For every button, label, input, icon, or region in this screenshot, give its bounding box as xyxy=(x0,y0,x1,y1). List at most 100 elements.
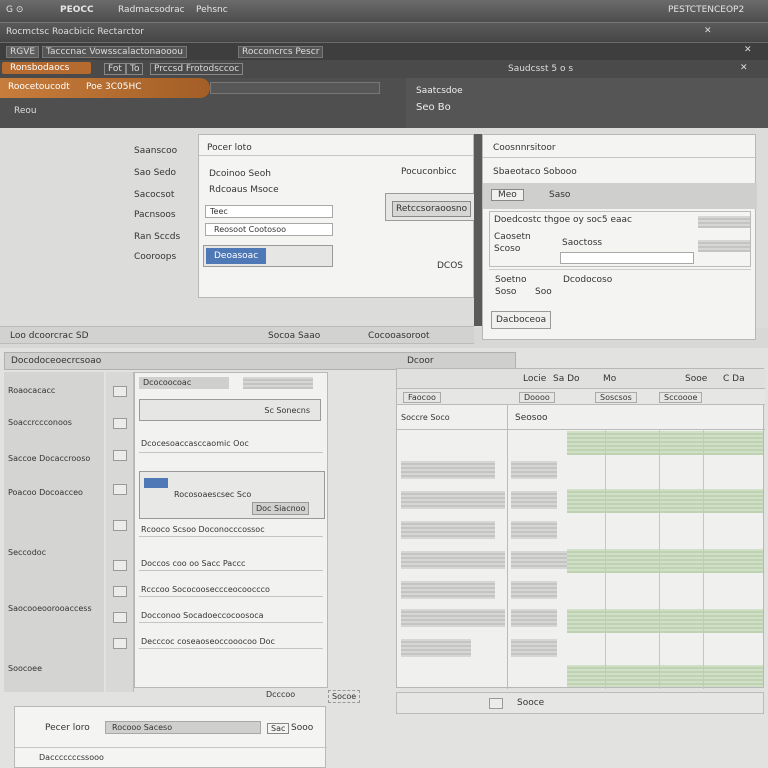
grid-right-header-2[interactable]: Mo xyxy=(603,374,616,384)
table-row[interactable]: Dcocesoaccasccaomic Ooc xyxy=(139,437,323,453)
grid-right-sub-2[interactable]: Soscsos xyxy=(595,392,637,403)
grid-right-cell[interactable] xyxy=(401,551,505,569)
table-row[interactable]: Docconoo Socadoeccocoosoca xyxy=(139,609,323,623)
row-icon[interactable] xyxy=(113,560,127,571)
grid-side-item-0[interactable]: Roaocacacc xyxy=(8,386,55,395)
grid-selected-row[interactable]: Rocosoaescsec Sco Doc Siacnoo xyxy=(139,471,325,519)
grid-right-cell[interactable] xyxy=(401,609,505,627)
grid-inline-button[interactable]: Doc Siacnoo xyxy=(252,502,310,515)
form-name-sub: Rdcoaus Msoce xyxy=(209,185,279,195)
tab-item-a[interactable]: Fot xyxy=(104,63,126,75)
grid-side-item-4[interactable]: Seccodoc xyxy=(8,548,46,557)
row-icon[interactable] xyxy=(113,484,127,495)
grid-right-header-4[interactable]: C Da xyxy=(723,374,745,384)
tab-active[interactable]: Ronsbodaocs xyxy=(2,62,92,74)
props-tag-b[interactable]: Saso xyxy=(549,190,570,200)
grid-cell-row[interactable]: Sc Sonecns xyxy=(139,399,321,421)
grid-right-green-row[interactable] xyxy=(567,549,763,573)
row-icon[interactable] xyxy=(113,520,127,531)
grid-side-item-1[interactable]: Soaccrccconoos xyxy=(8,418,72,427)
form-label-0: Saanscoo xyxy=(134,146,178,156)
tab-item-c[interactable]: Prccsd Frotodsccoc xyxy=(150,63,244,75)
title-menu[interactable]: Radmacsodrac xyxy=(118,5,185,15)
table-row[interactable]: Rcooco Scsoo Doconocccossoc xyxy=(139,523,323,537)
menu-item-0[interactable]: RGVE xyxy=(6,46,40,58)
grid-right-cell[interactable] xyxy=(401,581,495,599)
grid-right-sub-3[interactable]: Sccoooe xyxy=(659,392,703,403)
title-right-label[interactable]: Pehsnc xyxy=(196,5,228,15)
grid-right-green-row[interactable] xyxy=(567,609,763,633)
props-slider[interactable] xyxy=(560,252,694,264)
grid-right-sub-1[interactable]: Doooo xyxy=(519,392,555,403)
grid-right-green-row[interactable] xyxy=(567,431,763,455)
row-icon[interactable] xyxy=(113,638,127,649)
grid-right-cell[interactable] xyxy=(511,461,557,479)
highlight-row[interactable]: Roocetoucodt Poe 3C05HC xyxy=(0,78,210,98)
form-submit-button[interactable]: Deoasoac xyxy=(206,248,267,264)
status-mid: Socoa Saao xyxy=(268,331,321,341)
bottom-field[interactable]: Rocooo Saceso xyxy=(105,721,261,734)
grid-right-cell[interactable] xyxy=(401,639,471,657)
grid-side-item-6[interactable]: Soocoee xyxy=(8,664,42,673)
grid-right-cell[interactable] xyxy=(511,581,557,599)
props-box: Doedcostc thgoe oy soc5 eaac Caosetn Sco… xyxy=(489,211,751,267)
top-right-label: Saatcsdoe xyxy=(416,86,463,96)
grid-right-cell[interactable] xyxy=(511,609,557,627)
grid-right-header-3[interactable]: Sooe xyxy=(685,374,707,384)
row-icon[interactable] xyxy=(113,418,127,429)
menubar: RGVE Tacccnac Vowsscalactonaooou Rocconc… xyxy=(0,42,768,60)
grid-right-cell[interactable] xyxy=(511,521,557,539)
tab-item-b[interactable]: To xyxy=(126,63,144,75)
grid-left-header-title: Docodoceoecrcsoao xyxy=(11,356,102,366)
grid-right-cell[interactable] xyxy=(511,491,557,509)
menu-item-2[interactable]: Rocconcrcs Pescr xyxy=(238,46,324,58)
table-row[interactable]: Doccos coo oo Sacc Paccc xyxy=(139,557,323,571)
footer-icon[interactable] xyxy=(489,698,503,709)
row-icon[interactable] xyxy=(113,612,127,623)
props-button[interactable]: Dacboceoa xyxy=(491,311,552,329)
path-field[interactable] xyxy=(210,82,380,94)
tab-bar: Ronsbodaocs Fot To Prccsd Frotodsccoc Sa… xyxy=(0,60,768,78)
grid-left-header-mid: Dcoor xyxy=(407,356,434,366)
grid-right-cell[interactable] xyxy=(511,639,557,657)
grid-right-cell[interactable] xyxy=(401,491,505,509)
props-row2-b: Scoso xyxy=(494,244,521,254)
props-tag-a[interactable]: Meo xyxy=(491,189,524,201)
row-icon[interactable] xyxy=(113,386,127,397)
grid-right-cell[interactable] xyxy=(401,461,495,479)
toolbar-close-icon[interactable]: ✕ xyxy=(704,26,712,36)
grid-right-header-1[interactable]: Sa Do xyxy=(553,374,580,384)
grid-right-cell[interactable] xyxy=(401,521,495,539)
grid-side-item-3[interactable]: Poacoo Docoacceo xyxy=(8,488,83,497)
form-panel: Pocer loto Dcoinoo Seoh Rdcoaus Msoce Te… xyxy=(198,134,475,298)
grid-right-green-row[interactable] xyxy=(567,665,763,687)
grid-right-green-row[interactable] xyxy=(567,489,763,513)
tab-close-icon[interactable]: ✕ xyxy=(740,63,748,73)
form-field-1[interactable]: Teec xyxy=(205,205,333,218)
form-actions-frame: Deoasoac xyxy=(203,245,333,267)
props-row3-b: Soso xyxy=(495,287,517,297)
table-row[interactable]: Rcccoo Sococooseccceocooccco xyxy=(139,583,323,597)
bottom-value: Sooo xyxy=(291,723,314,733)
table-row[interactable]: Decccoc coseaoseoccooocoo Doc xyxy=(139,635,323,649)
row-icon[interactable] xyxy=(113,450,127,461)
grid-right-sub-0[interactable]: Faocoo xyxy=(403,392,441,403)
bottom-chip[interactable]: Sac xyxy=(267,723,290,734)
props-row2-a: Caosetn xyxy=(494,232,531,242)
row-icon[interactable] xyxy=(113,586,127,597)
splitter[interactable] xyxy=(474,134,482,326)
grid-side-item-2[interactable]: Saccoe Docaccrooso xyxy=(8,454,90,463)
top-left-link[interactable]: Reou xyxy=(14,106,37,116)
grid-left-cells: Dcocoocoac Sc Sonecns Dcocesoaccasccaomi… xyxy=(134,372,328,688)
form-right-button[interactable]: Retccsoraoosno xyxy=(392,201,472,217)
status-right: Cocooasoroot xyxy=(368,331,430,341)
menu-item-1[interactable]: Tacccnac Vowsscalactonaooou xyxy=(42,46,188,58)
grid-left-footer-b[interactable]: Socoe xyxy=(328,690,361,703)
grid-right-footer-text[interactable]: Sooce xyxy=(517,698,544,708)
window-controls-icon[interactable]: G ⊙ xyxy=(6,5,23,15)
form-field-2[interactable]: Reosoot Cootosoo xyxy=(205,223,333,236)
menubar-close-icon[interactable]: ✕ xyxy=(744,45,752,55)
grid-side-item-5[interactable]: Saocooeoorooaccess xyxy=(8,604,92,613)
grid-right-header-0[interactable]: Locie xyxy=(523,374,546,384)
toolbar-title: Rocmctsc Roacbicic Rectarctor xyxy=(6,27,144,37)
